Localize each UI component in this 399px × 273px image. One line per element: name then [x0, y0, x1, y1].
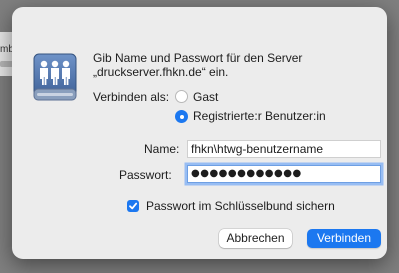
shared-server-icon: [33, 53, 77, 101]
password-field[interactable]: ●●●●●●●●●●●●: [187, 165, 381, 183]
radio-guest-label[interactable]: Gast: [193, 90, 218, 104]
radio-registered-user[interactable]: [175, 110, 188, 123]
login-dialog: Gib Name und Passwort für den Server „dr…: [12, 7, 387, 259]
prompt-text: Gib Name und Passwort für den Server „dr…: [93, 51, 363, 79]
name-field[interactable]: fhkn\htwg-benutzername: [187, 140, 381, 158]
cancel-button[interactable]: Abbrechen: [219, 229, 292, 248]
connect-button[interactable]: Verbinden: [307, 229, 381, 248]
keychain-checkbox-label[interactable]: Passwort im Schlüsselbund sichern: [146, 199, 335, 213]
checkmark-icon: [129, 202, 138, 210]
radio-guest[interactable]: [175, 90, 188, 103]
name-label: Name:: [144, 142, 180, 156]
password-label: Passwort:: [119, 168, 172, 182]
prompt-line-1: Gib Name und Passwort für den Server: [93, 51, 303, 65]
connect-as-label: Verbinden als:: [93, 90, 170, 104]
radio-registered-user-label[interactable]: Registrierte:r Benutzer:in: [193, 109, 326, 123]
keychain-checkbox[interactable]: [127, 200, 139, 212]
prompt-line-2: „druckserver.fhkn.de“ ein.: [93, 65, 229, 79]
